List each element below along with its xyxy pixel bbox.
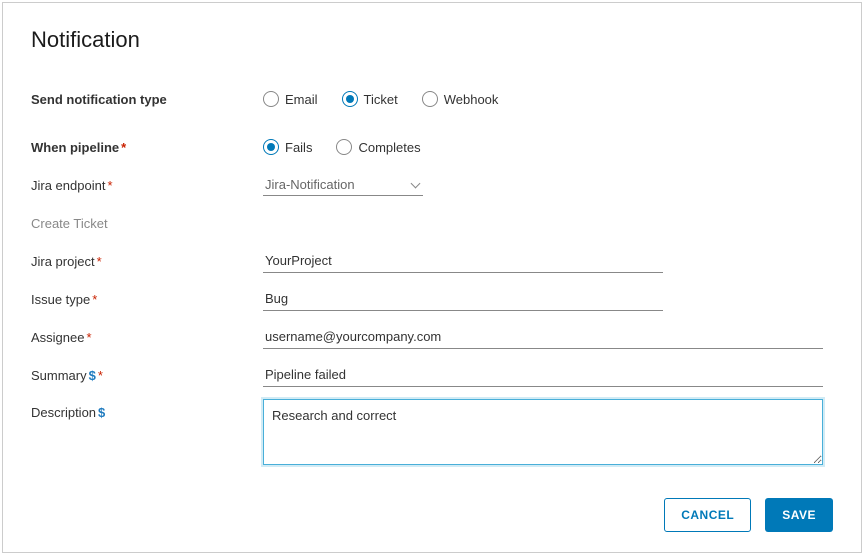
footer-actions: CANCEL SAVE <box>664 498 833 532</box>
jira-endpoint-select[interactable]: Jira-Notification <box>263 174 423 196</box>
label-jira-project: Jira project* <box>31 254 263 269</box>
radio-icon <box>263 139 279 155</box>
radio-email[interactable]: Email <box>263 91 318 107</box>
radio-ticket-label: Ticket <box>364 92 398 107</box>
issue-type-input[interactable] <box>263 287 663 311</box>
label-issue-type: Issue type* <box>31 292 263 307</box>
radio-fails-label: Fails <box>285 140 312 155</box>
when-pipeline-radio-group: Fails Completes <box>263 139 421 155</box>
radio-icon <box>336 139 352 155</box>
radio-webhook-label: Webhook <box>444 92 499 107</box>
notification-panel: Notification Send notification type Emai… <box>2 2 862 553</box>
chevron-down-icon <box>411 180 421 190</box>
description-textarea[interactable] <box>263 399 823 465</box>
radio-icon <box>263 91 279 107</box>
radio-icon <box>342 91 358 107</box>
jira-endpoint-value: Jira-Notification <box>265 177 355 192</box>
radio-fails[interactable]: Fails <box>263 139 312 155</box>
label-create-ticket: Create Ticket <box>31 216 263 231</box>
notification-type-radio-group: Email Ticket Webhook <box>263 91 498 107</box>
jira-project-input[interactable] <box>263 249 663 273</box>
label-when-pipeline: When pipeline* <box>31 140 263 155</box>
summary-input[interactable] <box>263 363 823 387</box>
radio-icon <box>422 91 438 107</box>
radio-completes[interactable]: Completes <box>336 139 420 155</box>
radio-webhook[interactable]: Webhook <box>422 91 499 107</box>
label-assignee: Assignee* <box>31 330 263 345</box>
assignee-input[interactable] <box>263 325 823 349</box>
cancel-button[interactable]: CANCEL <box>664 498 751 532</box>
label-description: Description$ <box>31 399 263 420</box>
radio-completes-label: Completes <box>358 140 420 155</box>
label-jira-endpoint: Jira endpoint* <box>31 178 263 193</box>
save-button[interactable]: SAVE <box>765 498 833 532</box>
radio-email-label: Email <box>285 92 318 107</box>
radio-ticket[interactable]: Ticket <box>342 91 398 107</box>
page-title: Notification <box>31 27 833 53</box>
label-summary: Summary$* <box>31 368 263 383</box>
label-notification-type: Send notification type <box>31 92 263 107</box>
